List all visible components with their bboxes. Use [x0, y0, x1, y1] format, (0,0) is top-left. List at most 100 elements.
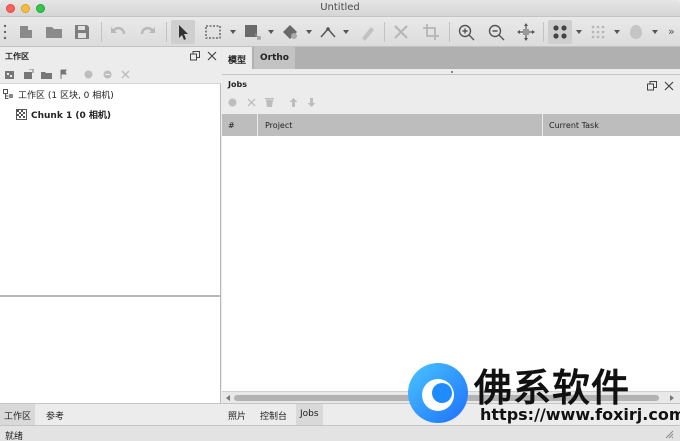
chunk-label: Chunk 1 (0 相机) — [31, 110, 111, 121]
workspace-root-item[interactable]: 工作区 (1 区块, 0 相机) — [3, 86, 114, 102]
toolbar-separator — [101, 22, 102, 42]
workspace-panel-title: 工作区 — [5, 52, 29, 61]
redo-icon — [140, 26, 155, 35]
title-bar: Untitled — [0, 0, 680, 17]
rectangle-selection-button[interactable] — [201, 20, 225, 44]
add-photos-icon[interactable] — [23, 69, 34, 80]
jobs-panel-title: Jobs — [228, 80, 247, 89]
open-folder-icon — [46, 27, 62, 38]
reset-view-button[interactable] — [514, 20, 538, 44]
chevron-down-icon[interactable] — [230, 29, 236, 35]
undo-icon — [111, 26, 126, 35]
chevron-down-icon[interactable] — [614, 29, 620, 35]
show-grid-button[interactable] — [586, 20, 610, 44]
move-down-icon[interactable] — [306, 97, 317, 108]
column-header-current-task[interactable]: Current Task — [543, 114, 680, 136]
eraser-icon — [362, 27, 374, 41]
remove-x-icon[interactable] — [120, 69, 131, 80]
disable-icon[interactable] — [102, 69, 113, 80]
workspace-panel: 工作区 工作区 (1 区块, 0 相机) Chunk 1 (0 相机) — [0, 47, 221, 403]
tab-jobs[interactable]: Jobs — [296, 404, 323, 425]
new-document-button[interactable] — [14, 20, 38, 44]
undo-button[interactable] — [106, 20, 130, 44]
crop-button[interactable] — [419, 20, 443, 44]
rotate-object-icon — [283, 25, 297, 39]
tab-ortho[interactable]: Ortho — [254, 47, 295, 69]
zoom-out-icon — [488, 24, 505, 41]
toolbar-separator — [449, 22, 450, 42]
add-marker-icon[interactable] — [59, 69, 70, 80]
toolbar-separator — [543, 22, 544, 42]
workspace-panel-header: 工作区 — [0, 47, 221, 65]
trash-icon[interactable] — [264, 97, 275, 108]
delete-button[interactable] — [389, 20, 413, 44]
view-tabbar: 模型 Ortho — [222, 47, 680, 69]
zoom-out-button[interactable] — [484, 20, 508, 44]
jobs-toolbar — [222, 93, 680, 112]
show-cameras-button[interactable] — [548, 20, 572, 44]
open-button[interactable] — [42, 20, 66, 44]
toolbar-grip-icon[interactable] — [3, 23, 7, 41]
rectangle-selection-icon — [205, 25, 221, 39]
resize-region-icon — [245, 25, 261, 40]
remove-job-icon[interactable] — [246, 97, 257, 108]
enable-icon[interactable] — [83, 69, 94, 80]
delete-x-icon — [394, 25, 408, 39]
tab-workspace[interactable]: 工作区 — [0, 404, 36, 425]
close-icon[interactable] — [664, 81, 674, 91]
chunk-item[interactable]: Chunk 1 (0 相机) — [16, 106, 111, 122]
panel-splitter[interactable] — [0, 295, 221, 297]
float-panel-icon[interactable] — [647, 81, 657, 91]
jobs-panel-header: Jobs — [222, 75, 680, 93]
redo-button[interactable] — [136, 20, 160, 44]
eraser-button[interactable] — [354, 20, 378, 44]
tab-photos[interactable]: 照片 — [224, 404, 250, 425]
chevron-down-icon[interactable] — [343, 29, 349, 35]
add-chunk-icon[interactable] — [4, 69, 15, 80]
window-title: Untitled — [320, 2, 360, 13]
main-toolbar: » — [0, 17, 680, 47]
toolbar-overflow-button[interactable]: » — [668, 25, 675, 38]
ruler-button[interactable] — [316, 20, 340, 44]
zoom-in-icon — [458, 24, 475, 41]
show-model-button[interactable] — [624, 20, 648, 44]
jobs-table-header: # Project Current Task — [222, 114, 680, 136]
tab-console[interactable]: 控制台 — [256, 404, 291, 425]
crop-icon — [423, 24, 439, 40]
watermark-logo-icon — [408, 363, 468, 423]
splitter-handle — [451, 71, 453, 73]
start-job-icon[interactable] — [227, 97, 238, 108]
move-up-icon[interactable] — [288, 97, 299, 108]
dotted-grid-icon — [591, 25, 605, 39]
watermark-url: https://www.foxirj.com — [480, 405, 680, 424]
navigation-button[interactable] — [171, 20, 195, 44]
workspace-toolbar — [0, 65, 221, 84]
chevron-down-icon[interactable] — [576, 29, 582, 35]
zoom-in-button[interactable] — [454, 20, 478, 44]
chevron-down-icon[interactable] — [652, 29, 658, 35]
workspace-tree-icon — [3, 88, 13, 99]
tab-model[interactable]: 模型 — [222, 47, 253, 69]
float-panel-icon[interactable] — [190, 51, 200, 61]
toolbar-separator — [384, 22, 385, 42]
move-arrows-icon — [517, 23, 535, 41]
workspace-root-label: 工作区 (1 区块, 0 相机) — [18, 90, 114, 101]
close-icon[interactable] — [207, 51, 217, 61]
resize-region-button[interactable] — [240, 20, 264, 44]
model-shape-icon — [630, 25, 642, 39]
add-folder-icon[interactable] — [41, 69, 52, 80]
cursor-arrow-icon — [179, 25, 188, 40]
status-text: 就绪 — [5, 432, 24, 441]
tab-reference[interactable]: 参考 — [42, 404, 68, 425]
scroll-left-icon[interactable] — [224, 394, 232, 402]
chevron-down-icon[interactable] — [268, 29, 274, 35]
chevron-down-icon[interactable] — [306, 29, 312, 35]
column-header-number[interactable]: # — [222, 114, 258, 136]
save-icon — [75, 25, 89, 39]
save-button[interactable] — [70, 20, 94, 44]
watermark-title: 佛系软件 — [474, 366, 631, 410]
new-document-icon — [20, 26, 32, 38]
column-header-project[interactable]: Project — [259, 114, 543, 136]
rotate-object-button[interactable] — [278, 20, 302, 44]
toolbar-separator — [166, 22, 167, 42]
